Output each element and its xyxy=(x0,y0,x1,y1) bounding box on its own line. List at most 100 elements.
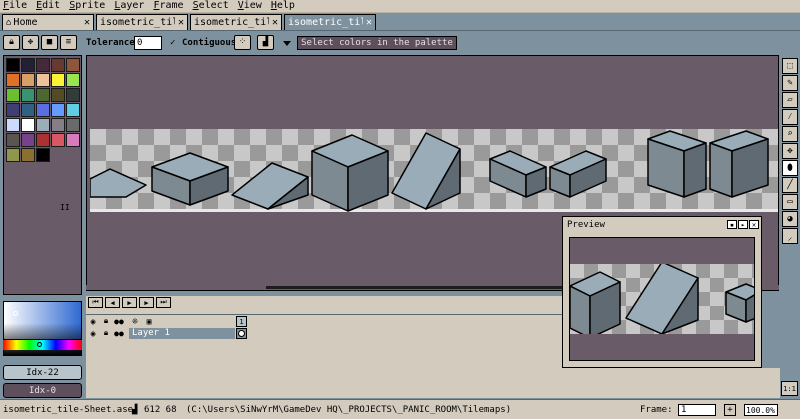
prev-frame-icon[interactable]: ◀︎ xyxy=(105,297,120,308)
marquee-icon[interactable]: ⬚ xyxy=(782,58,798,74)
palette-swatch[interactable] xyxy=(66,103,80,117)
hue-slider[interactable] xyxy=(3,339,82,350)
eye-icon[interactable]: ◉ xyxy=(88,316,98,326)
rectangle-icon[interactable]: ▭ xyxy=(782,194,798,210)
close-icon[interactable]: ✕ xyxy=(749,220,759,229)
palette-swatch[interactable] xyxy=(6,103,20,117)
preview-menu-icon[interactable]: ▪ xyxy=(727,220,737,229)
palette-swatch[interactable] xyxy=(36,148,50,162)
move-icon[interactable]: ✥ xyxy=(22,35,39,50)
paint-bucket-icon[interactable]: ⬮ xyxy=(782,160,798,176)
palette-swatch[interactable] xyxy=(66,133,80,147)
frame-header[interactable]: 1 xyxy=(236,316,247,327)
menu-file[interactable]: File xyxy=(3,0,27,12)
frame-input[interactable] xyxy=(678,404,716,416)
close-icon[interactable]: ✕ xyxy=(178,17,184,28)
close-icon[interactable]: ✕ xyxy=(272,17,278,28)
eye-icon[interactable]: ◉ xyxy=(88,328,98,338)
menu-sprite[interactable]: Sprite xyxy=(69,0,105,12)
next-frame-icon[interactable]: ▶︎ xyxy=(139,297,154,308)
stop-icon[interactable]: ■ xyxy=(41,35,58,50)
palette-swatch[interactable] xyxy=(6,73,20,87)
preview-play-icon[interactable]: ▸ xyxy=(738,220,748,229)
palette-swatch[interactable] xyxy=(51,133,65,147)
palette-swatch[interactable] xyxy=(36,58,50,72)
tab-home[interactable]: ⌂ Home ✕ xyxy=(2,14,94,30)
foreground-color-button[interactable]: Idx-22 xyxy=(3,365,82,380)
blur-icon[interactable]: ⸝ xyxy=(782,228,798,244)
line-icon[interactable]: ╱ xyxy=(782,177,798,193)
palette-more-indicator[interactable]: II xyxy=(60,203,70,212)
chevron-down-icon[interactable] xyxy=(283,41,291,46)
menu-frame[interactable]: Frame xyxy=(153,0,183,12)
spectrum-cursor[interactable] xyxy=(13,311,18,316)
palette-swatch[interactable] xyxy=(36,133,50,147)
add-frame-icon[interactable]: + xyxy=(724,404,736,416)
menu-select[interactable]: Select xyxy=(193,0,229,12)
zoom-input[interactable] xyxy=(744,404,778,416)
palette-swatch[interactable] xyxy=(36,73,50,87)
first-frame-icon[interactable]: ⏮︎ xyxy=(88,297,103,308)
palette-swatch[interactable] xyxy=(36,103,50,117)
palette-swatch[interactable] xyxy=(21,118,35,132)
background-color-button[interactable]: Idx-0 xyxy=(3,383,82,398)
link-icon[interactable]: ●● xyxy=(114,316,124,326)
tab-isometric-tile-sheet-1[interactable]: isometric_tile-S ✕ xyxy=(190,14,282,30)
zoom-icon[interactable]: ⌕ xyxy=(782,126,798,142)
layer-row[interactable]: ◉ 🔒︎ ●● Layer 1 xyxy=(86,327,562,340)
scrollbar-thumb[interactable] xyxy=(266,286,596,289)
palette-swatch[interactable] xyxy=(21,88,35,102)
close-icon[interactable]: ✕ xyxy=(84,17,90,28)
tolerance-input[interactable] xyxy=(134,36,162,50)
lock-icon[interactable]: 🔒︎ xyxy=(101,316,111,326)
pixel-grid-icon[interactable]: ⁘ xyxy=(234,35,251,50)
pixel-ratio-button[interactable]: 1:1 xyxy=(781,381,798,396)
palette-swatch[interactable] xyxy=(21,133,35,147)
lock-icon[interactable]: 🔒︎ xyxy=(3,35,20,50)
palette-swatch[interactable] xyxy=(6,58,20,72)
layer-flags-icon[interactable]: ▣ xyxy=(144,316,154,326)
palette-swatch[interactable] xyxy=(6,148,20,162)
bucket-fill-icon[interactable]: ▟ xyxy=(257,35,274,50)
palette-swatch[interactable] xyxy=(6,118,20,132)
tab-isometric-tile-sheet-active[interactable]: isometric_tile-S ✕ xyxy=(284,14,376,30)
last-frame-icon[interactable]: ⏭︎ xyxy=(156,297,171,308)
menu-edit[interactable]: Edit xyxy=(36,0,60,12)
menu-lines-icon[interactable]: ≡ xyxy=(60,35,77,50)
lock-icon[interactable]: 🔒︎ xyxy=(101,328,111,338)
contiguous-checkbox[interactable]: ✓ xyxy=(170,38,175,48)
pencil-icon[interactable]: ✎ xyxy=(782,75,798,91)
palette-swatch[interactable] xyxy=(21,58,35,72)
palette-swatch[interactable] xyxy=(66,88,80,102)
move-tool-icon[interactable]: ✥ xyxy=(782,143,798,159)
menu-layer[interactable]: Layer xyxy=(114,0,144,12)
palette-swatch[interactable] xyxy=(36,88,50,102)
palette-swatch[interactable] xyxy=(66,118,80,132)
palette-swatch[interactable] xyxy=(6,88,20,102)
layer-name[interactable]: Layer 1 xyxy=(129,328,235,339)
palette-swatch[interactable] xyxy=(36,118,50,132)
palette-swatch[interactable] xyxy=(21,73,35,87)
eraser-icon[interactable]: ▱ xyxy=(782,92,798,108)
contour-icon[interactable]: ◕ xyxy=(782,211,798,227)
palette-swatch[interactable] xyxy=(6,133,20,147)
menu-help[interactable]: Help xyxy=(271,0,295,12)
palette-swatch[interactable] xyxy=(66,73,80,87)
hue-cursor[interactable] xyxy=(37,342,42,347)
palette-swatch[interactable] xyxy=(51,103,65,117)
eyedropper-icon[interactable]: ⁄ xyxy=(782,109,798,125)
palette-swatch[interactable] xyxy=(51,58,65,72)
link-icon[interactable]: ●● xyxy=(114,328,124,338)
palette-swatch[interactable] xyxy=(51,118,65,132)
close-icon[interactable]: ✕ xyxy=(366,17,372,28)
onion-skin-icon[interactable]: ⁜ xyxy=(130,316,140,326)
palette-swatch[interactable] xyxy=(21,103,35,117)
palette-swatch[interactable] xyxy=(21,148,35,162)
tab-isometric-tile-a[interactable]: isometric_tile.a ✕ xyxy=(96,14,188,30)
play-icon[interactable]: ▶︎ xyxy=(122,297,137,308)
palette-swatch[interactable] xyxy=(51,88,65,102)
cel[interactable] xyxy=(236,328,247,339)
menu-view[interactable]: View xyxy=(238,0,262,12)
select-colors-button[interactable]: Select colors in the palette xyxy=(297,36,457,50)
preview-window[interactable]: Preview ▪ ▸ ✕ xyxy=(562,216,762,368)
